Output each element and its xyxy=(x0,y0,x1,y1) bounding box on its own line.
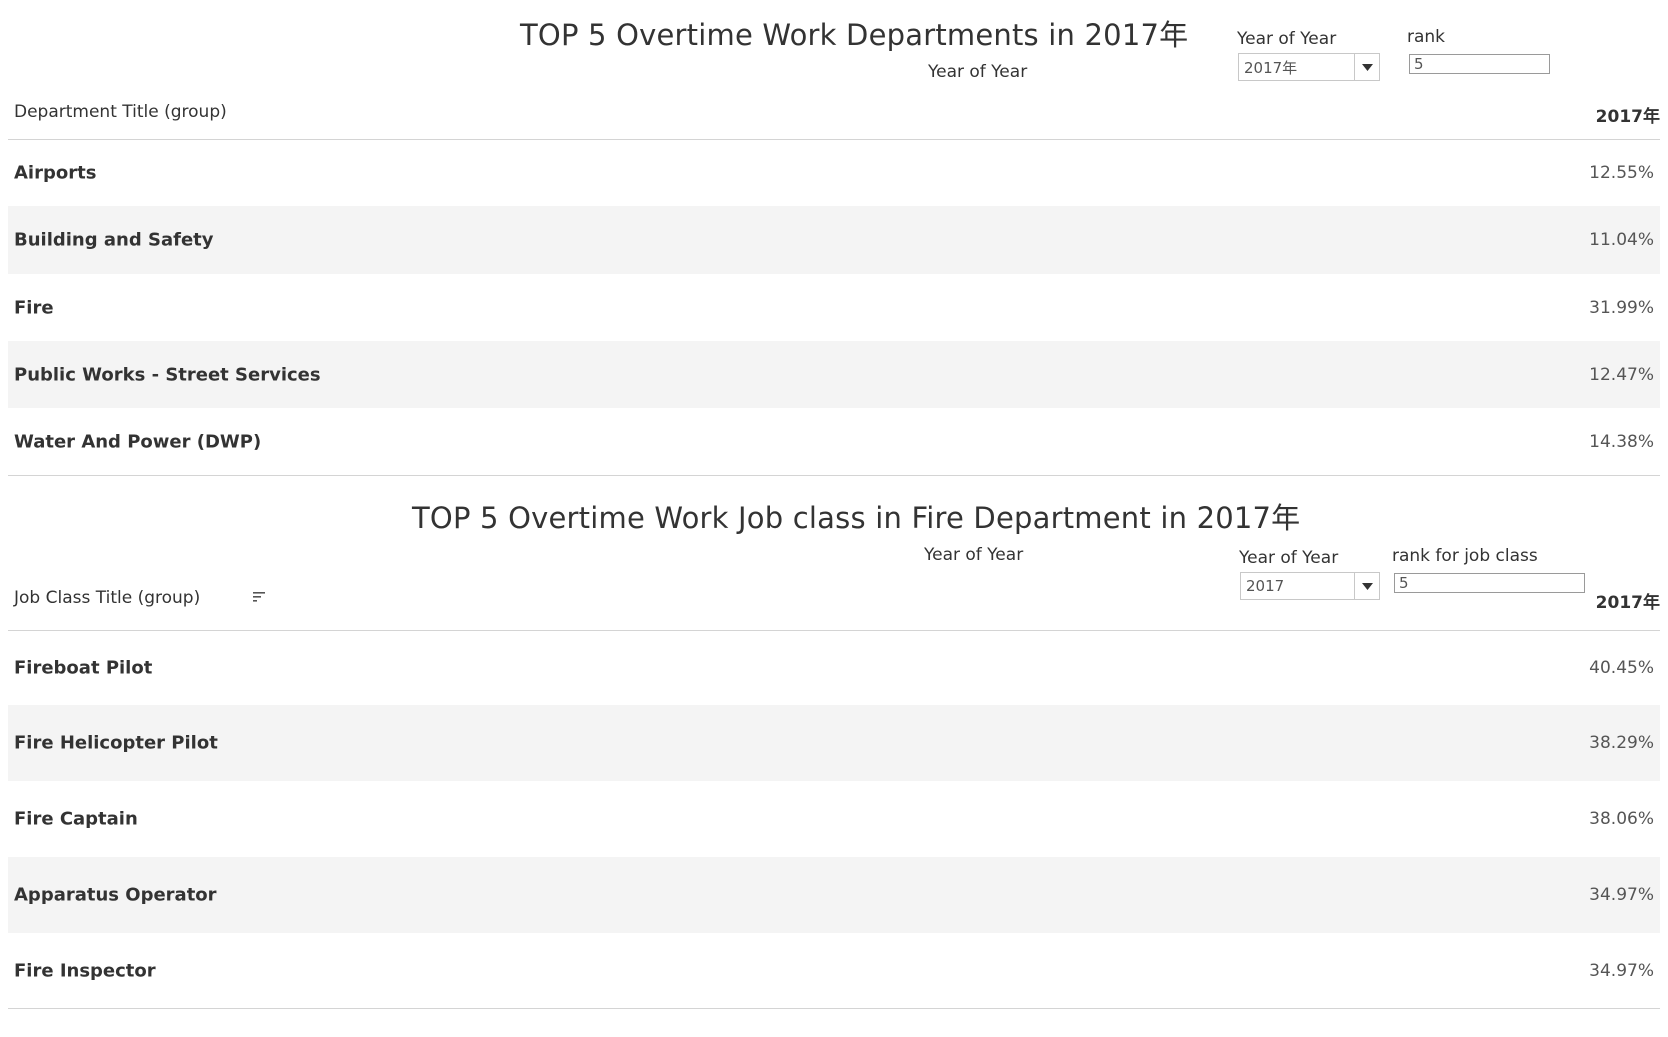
job-class-year-dropdown[interactable]: 2017 xyxy=(1240,572,1380,600)
sort-descending-icon[interactable] xyxy=(252,590,266,604)
overtime-percent: 14.38% xyxy=(1589,431,1654,452)
job-class-year-filter-label: Year of Year xyxy=(1239,548,1339,568)
overtime-percent: 40.45% xyxy=(1589,658,1654,678)
job-class-name: Fire Captain xyxy=(14,808,138,830)
job-class-bottom-divider xyxy=(8,1008,1660,1009)
department-name: Water And Power (DWP) xyxy=(14,431,262,452)
job-class-name: Apparatus Operator xyxy=(14,884,217,906)
chevron-down-icon[interactable] xyxy=(1354,54,1379,80)
table-row[interactable]: Fire Captain 38.06% xyxy=(8,781,1660,857)
departments-year-header: 2017年 xyxy=(1595,107,1660,127)
departments-bottom-divider xyxy=(8,475,1660,476)
overtime-percent: 34.97% xyxy=(1589,885,1654,905)
table-row[interactable]: Airports 12.55% xyxy=(8,140,1660,206)
job-class-title: TOP 5 Overtime Work Job class in Fire De… xyxy=(412,501,1301,535)
table-row[interactable]: Fire Inspector 34.97% xyxy=(8,933,1660,1008)
overtime-percent: 31.99% xyxy=(1589,297,1654,318)
department-name: Public Works - Street Services xyxy=(14,364,321,385)
dashboard: TOP 5 Overtime Work Departments in 2017年… xyxy=(0,0,1668,1037)
departments-row-header: Department Title (group) xyxy=(14,102,227,122)
overtime-percent: 38.29% xyxy=(1589,733,1654,753)
department-name: Airports xyxy=(14,162,97,184)
overtime-percent: 12.47% xyxy=(1589,364,1654,385)
job-class-row-header: Job Class Title (group) xyxy=(14,588,201,608)
job-class-rank-filter-label: rank for job class xyxy=(1392,546,1538,566)
department-name: Building and Safety xyxy=(14,229,214,251)
job-class-name: Fireboat Pilot xyxy=(14,657,153,679)
overtime-percent: 34.97% xyxy=(1589,960,1654,981)
departments-column-header: Year of Year xyxy=(928,62,1028,82)
overtime-percent: 12.55% xyxy=(1589,163,1654,183)
job-class-column-header: Year of Year xyxy=(924,545,1024,565)
departments-year-filter-label: Year of Year xyxy=(1237,29,1337,49)
departments-year-dropdown[interactable]: 2017年 xyxy=(1238,53,1380,81)
job-class-year-dropdown-value: 2017 xyxy=(1246,577,1285,595)
departments-year-dropdown-value: 2017年 xyxy=(1244,58,1298,77)
table-row[interactable]: Fire Helicopter Pilot 38.29% xyxy=(8,705,1660,781)
table-row[interactable]: Building and Safety 11.04% xyxy=(8,206,1660,274)
departments-title: TOP 5 Overtime Work Departments in 2017年 xyxy=(520,18,1189,52)
table-row[interactable]: Fire 31.99% xyxy=(8,274,1660,341)
job-class-rank-input[interactable] xyxy=(1394,573,1585,593)
departments-rank-filter-label: rank xyxy=(1407,27,1446,47)
departments-rank-input[interactable] xyxy=(1409,54,1550,74)
chevron-down-icon[interactable] xyxy=(1354,573,1379,599)
overtime-percent: 11.04% xyxy=(1589,230,1654,250)
overtime-percent: 38.06% xyxy=(1589,809,1654,829)
table-row[interactable]: Fireboat Pilot 40.45% xyxy=(8,631,1660,705)
table-row[interactable]: Apparatus Operator 34.97% xyxy=(8,857,1660,933)
table-row[interactable]: Public Works - Street Services 12.47% xyxy=(8,341,1660,408)
job-class-name: Fire Helicopter Pilot xyxy=(14,732,218,754)
department-name: Fire xyxy=(14,297,54,318)
job-class-name: Fire Inspector xyxy=(14,960,156,981)
table-row[interactable]: Water And Power (DWP) 14.38% xyxy=(8,408,1660,475)
job-class-year-header: 2017年 xyxy=(1595,593,1660,613)
